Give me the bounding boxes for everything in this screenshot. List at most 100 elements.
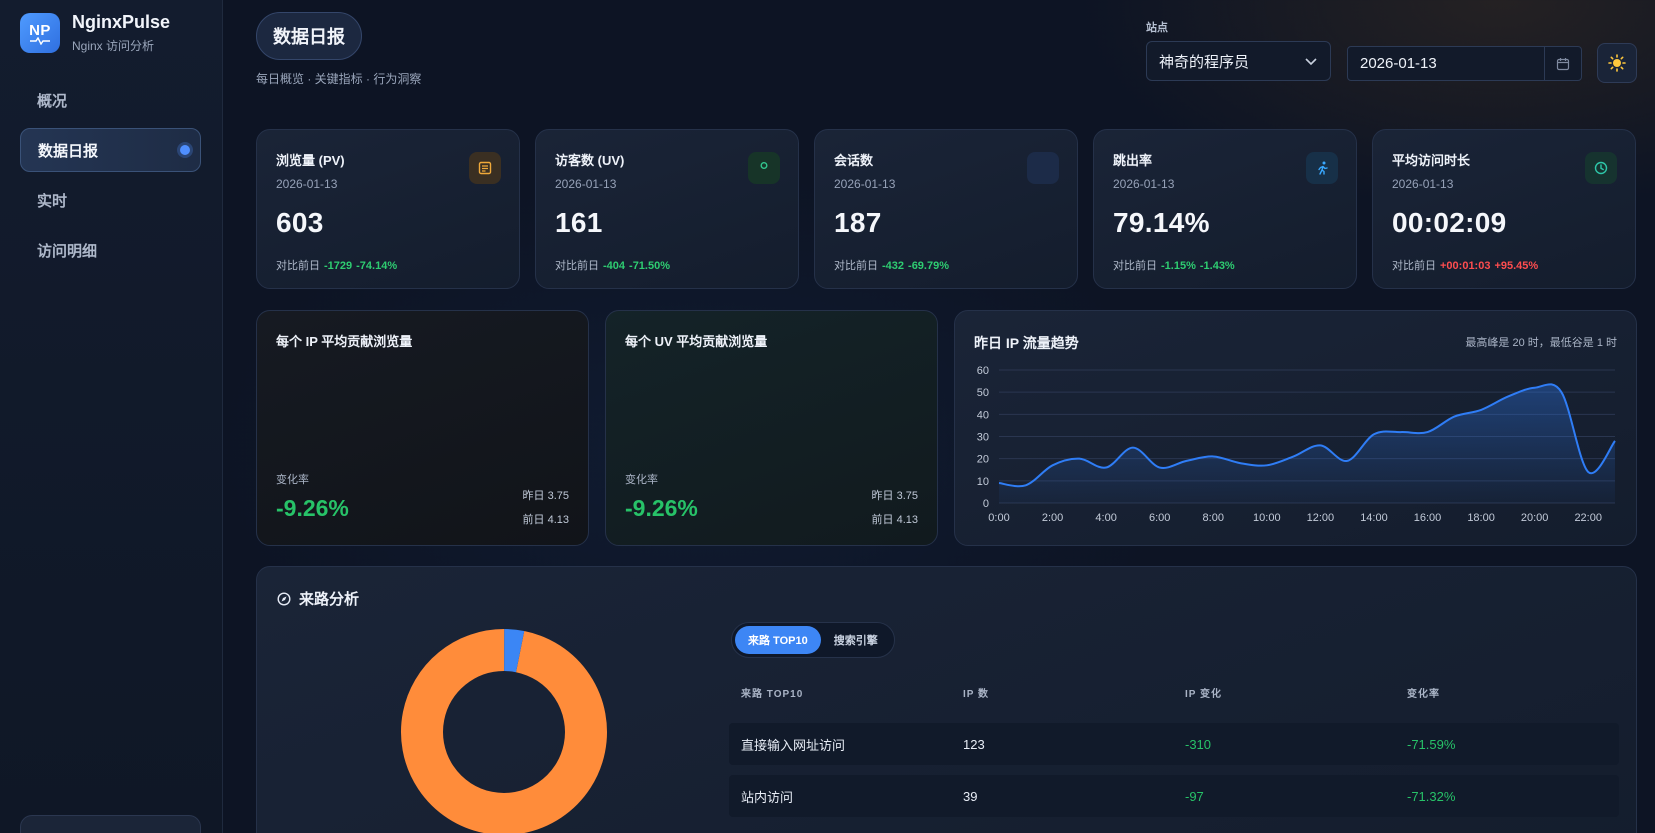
kpi-value: 187 (834, 207, 882, 238)
y-tick-label: 50 (977, 387, 989, 399)
kpi-comparison: 对比前日 +00:01:03 +95.45% (1392, 257, 1616, 273)
kpi-comparison: 对比前日 -432 -69.79% (834, 257, 1058, 273)
kpi-delta: -404 (603, 260, 626, 272)
cell-ip-change: -310 (1185, 736, 1212, 752)
calendar-icon (1556, 57, 1570, 70)
app-name: NginxPulse (72, 12, 171, 32)
x-tick-label: 16:00 (1414, 512, 1442, 524)
section-title: 来路分析 (277, 588, 359, 609)
change-rate: -9.26% (276, 495, 349, 521)
kpi-card: 浏览量 (PV) 2026-01-13 603 对比前日 -1729 -74.14% (256, 129, 520, 289)
cell-ip-count: 39 (963, 788, 978, 804)
x-tick-label: 20:00 (1521, 512, 1549, 524)
kpi-delta: -1.15% (1161, 260, 1196, 272)
kpi-delta: -432 (882, 260, 905, 272)
sidebar-item-label: 实时 (37, 192, 68, 210)
kpi-comparison-label: 对比前日 (555, 260, 599, 272)
sidebar-nav: 概况 数据日报 实时 访问明细 (20, 78, 201, 278)
kpi-comparison-label: 对比前日 (1113, 260, 1157, 272)
section-title-text: 来路分析 (299, 591, 360, 608)
x-tick-label: 12:00 (1307, 512, 1335, 524)
page-title: 数据日报 (256, 12, 362, 60)
referrer-table: 来路 TOP10 IP 数 IP 变化 变化率 直接输入网址访问 123 -31… (729, 677, 1619, 817)
tab-referrer-top10[interactable]: 来路 TOP10 (735, 626, 821, 654)
trend-chart[interactable]: 0 10 20 30 40 50 60 0:00 2:00 4:00 6:00 8:00 10:00 12… (955, 311, 1638, 547)
table-row[interactable]: 站内访问 39 -97 -71.32% (729, 775, 1619, 817)
kpi-title: 浏览量 (PV) (276, 153, 345, 168)
table-row[interactable]: 直接输入网址访问 123 -310 -71.59% (729, 723, 1619, 765)
tab-search-engine[interactable]: 搜索引擎 (821, 626, 891, 654)
sidebar-footer-card[interactable] (20, 815, 201, 833)
ip-traffic-trend-card: 昨日 IP 流量趋势 最高峰是 20 时，最低谷是 1 时 0 10 20 30 40 5… (954, 310, 1637, 546)
day-before-value: 前日 4.13 (522, 514, 569, 526)
kpi-date: 2026-01-13 (1392, 177, 1454, 191)
day-before-value: 前日 4.13 (871, 514, 918, 526)
cell-change-rate: -71.59% (1407, 736, 1456, 752)
column-header[interactable]: 来路 TOP10 (729, 685, 951, 700)
kpi-comparison-label: 对比前日 (276, 260, 320, 272)
date-picker[interactable]: 2026-01-13 (1347, 46, 1582, 81)
y-tick-label: 30 (977, 432, 989, 444)
sidebar-item-label: 访问明细 (37, 242, 98, 260)
kpi-title: 会话数 (834, 153, 874, 168)
kpi-date: 2026-01-13 (1113, 177, 1175, 191)
app-subtitle: Nginx 访问分析 (72, 39, 155, 53)
user-icon (748, 152, 780, 184)
pulse-icon (30, 36, 50, 45)
x-tick-label: 18:00 (1467, 512, 1495, 524)
column-header[interactable]: 变化率 (1395, 685, 1617, 700)
kpi-comparison-label: 对比前日 (1392, 260, 1436, 272)
theme-toggle-button[interactable] (1597, 43, 1637, 83)
card-title: 每个 UV 平均贡献浏览量 (625, 334, 768, 349)
chat-icon (1027, 152, 1059, 184)
sidebar-item-realtime[interactable]: 实时 (20, 178, 201, 222)
kpi-comparison: 对比前日 -404 -71.50% (555, 257, 779, 273)
kpi-delta-pct: -71.50% (629, 260, 671, 272)
sidebar-item-overview[interactable]: 概况 (20, 78, 201, 122)
kpi-title: 平均访问时长 (1392, 153, 1471, 168)
cell-change-rate: -71.32% (1407, 788, 1456, 804)
table-header: 来路 TOP10 IP 数 IP 变化 变化率 (729, 677, 1619, 707)
sun-icon (1608, 54, 1626, 72)
kpi-delta-pct: +95.45% (1494, 260, 1539, 272)
kpi-title: 访客数 (UV) (555, 153, 625, 168)
sidebar-item-label: 数据日报 (38, 142, 99, 160)
site-label: 站点 (1146, 22, 1168, 34)
change-rate: -9.26% (625, 495, 698, 521)
calendar-button[interactable] (1544, 47, 1581, 80)
column-header[interactable]: IP 变化 (1173, 685, 1395, 700)
active-indicator-dot (180, 145, 190, 155)
x-tick-label: 2:00 (1042, 512, 1063, 524)
yesterday-value: 昨日 3.75 (522, 490, 569, 502)
running-icon (1306, 152, 1338, 184)
site-select[interactable]: 神奇的程序员 (1146, 41, 1331, 81)
kpi-value: 79.14% (1113, 207, 1210, 238)
x-tick-label: 8:00 (1203, 512, 1224, 524)
kpi-delta: +00:01:03 (1440, 260, 1491, 272)
x-tick-label: 14:00 (1360, 512, 1388, 524)
change-label: 变化率 (625, 474, 658, 486)
referrer-donut-chart[interactable] (391, 619, 617, 833)
sidebar: NP NginxPulse Nginx 访问分析 概况 数据日报 实时 访问明细 (0, 0, 223, 833)
kpi-value: 00:02:09 (1392, 207, 1507, 238)
kpi-card: 访客数 (UV) 2026-01-13 161 对比前日 -404 -71.50% (535, 129, 799, 289)
x-tick-label: 4:00 (1095, 512, 1116, 524)
cell-ip-change: -97 (1185, 788, 1204, 804)
kpi-value: 161 (555, 207, 603, 238)
kpi-delta: -1729 (324, 260, 353, 272)
brand[interactable]: NP NginxPulse Nginx 访问分析 (20, 12, 170, 54)
sidebar-item-access-details[interactable]: 访问明细 (20, 228, 201, 272)
donut-slice[interactable] (401, 629, 607, 833)
x-tick-label: 22:00 (1574, 512, 1602, 524)
kpi-date: 2026-01-13 (276, 177, 338, 191)
sidebar-item-daily-report[interactable]: 数据日报 (20, 128, 201, 172)
change-label: 变化率 (276, 474, 309, 486)
column-header[interactable]: IP 数 (951, 685, 1173, 700)
kpi-delta-pct: -74.14% (356, 260, 398, 272)
cell-ip-count: 123 (963, 736, 985, 752)
clock-icon (1585, 152, 1617, 184)
x-tick-label: 10:00 (1253, 512, 1281, 524)
sidebar-item-label: 概况 (37, 92, 68, 110)
y-tick-label: 0 (983, 498, 989, 510)
compass-icon (277, 591, 291, 606)
